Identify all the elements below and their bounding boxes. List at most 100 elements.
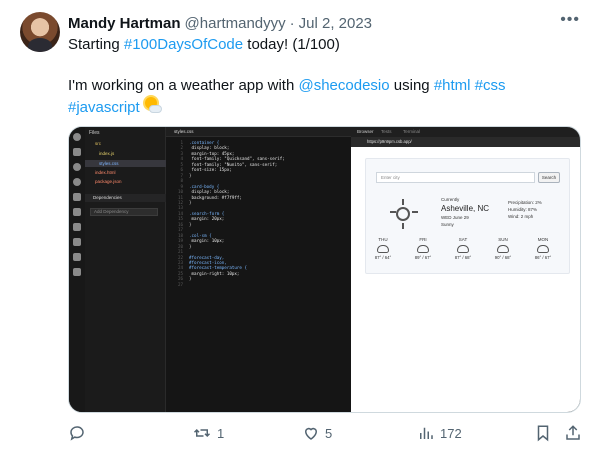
code-text: } [189,221,192,227]
precipitation: Precipitation: 2% [508,200,542,205]
reply-button[interactable] [68,424,86,442]
more-dots-icon[interactable]: ••• [560,11,580,29]
sun-ray [402,199,404,205]
text-segment: using [389,77,434,94]
activity-bar [69,127,85,412]
tweet-line-2: I'm working on a weather app with @sheco… [68,75,568,97]
tab-terminal[interactable]: Terminal [403,129,420,134]
url-text[interactable]: https://p9n9pm.csb.app/ [367,139,412,144]
sparkles-icon[interactable] [73,268,81,276]
editor-tab-styles-css[interactable]: styles.css [174,129,194,134]
code-lines[interactable]: 1 .container {2 display: block; 3 margin-t… [169,140,285,287]
tweet-line-1: Starting #100DaysOfCode today! (1/100) [68,34,568,56]
code-text: } [189,199,192,205]
text-segment: Starting [68,36,124,53]
file-explorer: Files src index.js styles.css index.html… [85,127,166,412]
bookmark-icon [537,425,549,442]
logo-icon [73,133,81,141]
sun-behind-cloud-icon [144,97,162,115]
like-count: 5 [325,425,333,441]
rain-cloud-icon [537,245,549,253]
like-button[interactable]: 5 [302,424,332,442]
users-icon[interactable] [73,223,81,231]
code-text: display: block; [189,145,230,151]
current-date: WED June 29 [441,215,469,220]
settings-icon[interactable] [73,178,81,186]
sun-ray [390,211,396,213]
code-text: #forecast-day, [189,254,225,260]
text-segment: today! (1/100) [243,36,340,53]
selected-file-highlight [85,160,166,167]
hashtag-css[interactable]: #css [475,77,506,94]
current-condition: Sunny [441,222,454,227]
tab-browser[interactable]: Browser [357,129,374,134]
code-editor[interactable]: styles.css 1 .container {2 display: block… [166,127,351,412]
rain-cloud-icon [497,245,509,253]
forecast-day-label: SAT [458,237,468,242]
hashtag-100daysofcode[interactable]: #100DaysOfCode [124,36,243,53]
share-button[interactable] [564,424,582,442]
mention-shecodesio[interactable]: @shecodesio [298,77,389,94]
sunny-weather-icon [396,207,410,221]
avatar[interactable] [20,12,60,52]
weather-card: Enter city Search Currently Asheville, N… [365,158,570,274]
hashtag-javascript[interactable]: #javascript [68,99,140,116]
forecast-day-1: THU 87° / 64° [368,237,398,260]
tweet-date[interactable]: Jul 2, 2023 [299,15,372,32]
code-text: margin-top: 45px; [189,150,235,156]
tab-tests[interactable]: Tests [381,129,392,134]
forecast-day-3: SAT 87° / 68° [448,237,478,260]
code-text: .container { [189,140,220,145]
wind: Wind: 2 mph [508,214,534,219]
docker-icon[interactable] [73,238,81,246]
tweet-line-3: #javascript [68,97,568,119]
heart-icon [304,427,318,440]
file-item[interactable]: package.json [95,179,122,184]
city-search-input[interactable]: Enter city [376,172,535,183]
code-text: #forecast-temperature { [189,265,247,271]
search-button[interactable]: Search [538,172,560,183]
views-button[interactable]: 172 [417,424,462,442]
currently-label: Currently [441,197,460,202]
retweet-button[interactable]: 1 [192,424,224,442]
forecast-day-label: THU [378,237,388,242]
browser-tab-bar: Browser Tests Terminal [351,127,580,137]
vscode-icon[interactable] [73,253,81,261]
header-separator: · [289,14,295,32]
tweet-header: Mandy Hartman @hartmandyyy · Jul 2, 2023… [68,11,580,33]
rain-cloud-icon [417,245,429,253]
deploy-icon[interactable] [73,208,81,216]
code-text: } [189,172,192,178]
rain-cloud-icon [457,245,469,253]
forecast-temp: 87° / 64° [374,255,392,260]
code-text: background: #f7f9ff; [189,194,242,200]
author-handle[interactable]: @hartmandyyy [185,15,286,32]
text-segment: I'm working on a weather app with [68,77,299,94]
author-name[interactable]: Mandy Hartman [68,15,181,32]
hashtag-html[interactable]: #html [434,77,471,94]
files-icon[interactable] [73,148,81,156]
code-text: font-size: 15px; [189,167,232,173]
tweet-action-bar: 1 5 172 [68,420,582,452]
address-bar[interactable]: https://p9n9pm.csb.app/ [351,137,580,147]
file-item[interactable]: index.js [99,151,114,156]
search-icon[interactable] [73,163,81,171]
chat-icon[interactable] [73,193,81,201]
code-text: .search-form { [189,210,225,216]
tweet-text: Starting #100DaysOfCode today! (1/100) I… [68,34,568,119]
code-text: display: block; [189,189,230,195]
humidity: Humidity: 87% [508,207,538,212]
code-text: .col-sm { [189,232,212,238]
views-chart-icon [420,427,433,439]
file-item[interactable]: src [95,141,101,146]
city-name: Asheville, NC [441,204,490,213]
file-item[interactable]: index.html [95,170,116,175]
media-screenshot[interactable]: Files src index.js styles.css index.html… [68,126,581,413]
code-text: } [189,243,192,249]
file-item[interactable]: styles.css [99,161,119,166]
views-count: 172 [440,425,462,441]
code-line[interactable]: 27 [169,282,285,287]
forecast-day-label: SUN [498,237,508,242]
bookmark-button[interactable] [534,424,552,442]
